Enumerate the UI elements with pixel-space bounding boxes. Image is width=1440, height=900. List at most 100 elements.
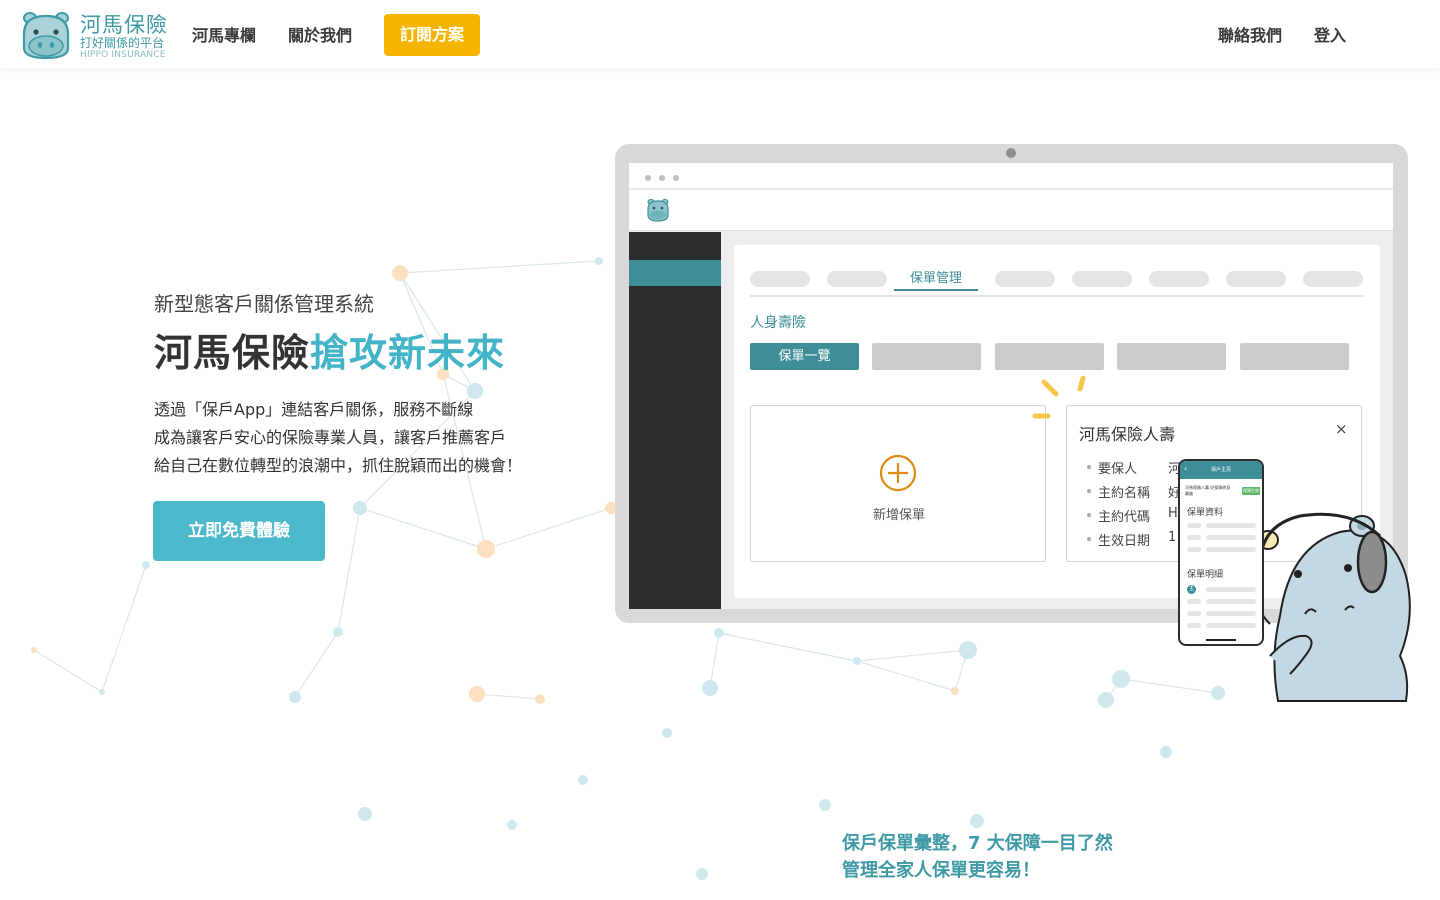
policy-row-value: 1 — [1168, 530, 1177, 545]
policy-row-label: 主約代碼 — [1098, 510, 1151, 525]
placeholder-line — [1187, 547, 1201, 552]
logo-slogan: 打好關係的平台 — [80, 36, 165, 50]
logo-english-name: HIPPO INSURANCE — [80, 50, 166, 60]
bullet-icon — [1087, 513, 1091, 517]
placeholder-line — [1206, 623, 1256, 628]
network-node — [696, 868, 708, 880]
placeholder-line — [1206, 523, 1256, 528]
placeholder-line — [1206, 535, 1256, 540]
close-icon[interactable]: × — [1335, 420, 1348, 438]
browser-bar — [629, 163, 1393, 189]
filter-pill-placeholder[interactable] — [1240, 343, 1349, 370]
hero-description: 透過「保戶App」連結客戶關係，服務不斷線 成為讓客戶安心的保險專業人員，讓客戶… — [154, 396, 522, 480]
network-edge — [856, 649, 969, 662]
hero-title: 河馬保險搶攻新未來 — [154, 322, 505, 377]
hero-desc-line: 透過「保戶App」連結客戶關係，服務不斷線 — [154, 400, 474, 419]
add-policy-card[interactable]: 新增保單 — [750, 405, 1046, 562]
nav-login-link[interactable]: 登入 — [1314, 22, 1346, 46]
feature-line: 保戶保單彙整，7 大保障一目了然 — [842, 833, 1113, 854]
tab-placeholder[interactable] — [1303, 271, 1363, 287]
placeholder-line — [1206, 547, 1256, 552]
main-policy-marker: 主 — [1187, 585, 1196, 594]
network-node — [289, 691, 301, 703]
phone-mockup: ‹ 保戶主頁 河馬保險人壽 好保障終身 壽險 保障生效 保單資料 保單明細 主 — [1178, 459, 1264, 646]
tab-placeholder[interactable] — [827, 271, 887, 287]
hero-desc-line: 給自己在數位轉型的浪潮中，抓住脫穎而出的機會！ — [154, 456, 523, 475]
network-node — [853, 657, 861, 665]
network-node — [469, 686, 485, 702]
network-node — [578, 775, 588, 785]
filter-pill-placeholder[interactable] — [1117, 343, 1226, 370]
network-node — [142, 561, 150, 569]
section-life-insurance: 人身壽險 — [750, 315, 806, 331]
bullet-icon — [1087, 537, 1091, 541]
tab-placeholder[interactable] — [750, 271, 810, 287]
network-node — [662, 728, 672, 738]
network-node — [1098, 692, 1114, 708]
tab-placeholder[interactable] — [1149, 271, 1209, 287]
policy-row-label: 生效日期 — [1098, 534, 1151, 549]
hippo-logo-icon — [22, 12, 70, 60]
network-node — [507, 820, 517, 830]
filter-pill-placeholder[interactable] — [872, 343, 981, 370]
plus-circle-icon — [879, 454, 917, 492]
phone-policy-name-line: 壽險 — [1185, 491, 1193, 496]
tab-policy-management[interactable]: 保單管理 — [894, 269, 978, 291]
network-edge — [709, 632, 720, 689]
nav-column-link[interactable]: 河馬專欄 — [192, 22, 256, 46]
network-edge — [856, 660, 956, 692]
network-node — [392, 265, 408, 281]
sparkle-icon — [1032, 375, 1086, 419]
nav-subscribe-button[interactable]: 訂閱方案 — [384, 14, 480, 56]
policy-row-label: 要保人 — [1098, 462, 1138, 477]
nav-about-link[interactable]: 關於我們 — [288, 22, 352, 46]
network-edge — [476, 693, 541, 700]
network-node — [1211, 686, 1225, 700]
tab-placeholder[interactable] — [1072, 271, 1132, 287]
hippo-app-logo-icon — [647, 198, 669, 222]
tab-placeholder[interactable] — [1226, 271, 1286, 287]
network-edge — [399, 260, 600, 274]
network-node — [1112, 670, 1130, 688]
placeholder-line — [1187, 599, 1201, 604]
hippo-mascot-illustration — [1255, 512, 1411, 702]
network-node — [959, 641, 977, 659]
phone-home-indicator — [1206, 639, 1236, 641]
sidebar-active-item[interactable] — [629, 260, 721, 286]
hero-title-accent: 搶攻新未來 — [310, 331, 506, 375]
network-edge — [294, 631, 339, 698]
hero-desc-line: 成為讓客戶安心的保險專業人員，讓客戶推薦客戶 — [154, 428, 507, 447]
network-node — [1160, 746, 1172, 758]
phone-header-title: 保戶主頁 — [1210, 467, 1231, 473]
window-dot — [673, 175, 679, 181]
network-node — [477, 540, 495, 558]
network-node — [535, 694, 545, 704]
network-node — [702, 680, 718, 696]
free-trial-button[interactable]: 立即免費體驗 — [153, 501, 325, 561]
bullet-icon — [1087, 489, 1091, 493]
feature-line: 管理全家人保單更容易！ — [842, 860, 1040, 881]
network-edge — [359, 507, 487, 550]
network-node — [333, 627, 343, 637]
site-logo[interactable]: 河馬保險 打好關係的平台 HIPPO INSURANCE — [18, 8, 178, 62]
network-node — [951, 687, 959, 695]
placeholder-line — [1187, 535, 1201, 540]
network-edge — [485, 507, 612, 550]
filter-pill-placeholder[interactable] — [995, 343, 1104, 370]
page: 河馬保險 打好關係的平台 HIPPO INSURANCE 河馬專欄 關於我們 訂… — [0, 0, 1440, 900]
phone-policy-name: 河馬保險人壽 好保障終身 壽險 — [1185, 485, 1230, 497]
app-header — [629, 190, 1393, 231]
hero-title-main: 河馬保險 — [154, 331, 311, 375]
policy-row-label: 主約名稱 — [1098, 486, 1151, 501]
policy-overview-pill[interactable]: 保單一覽 — [750, 343, 859, 370]
placeholder-line — [1187, 523, 1201, 528]
network-edge — [718, 632, 858, 662]
placeholder-line — [1206, 599, 1256, 604]
network-node — [353, 501, 367, 515]
tab-placeholder[interactable] — [995, 271, 1055, 287]
status-badge: 保障生效 — [1242, 487, 1260, 495]
placeholder-line — [1206, 587, 1256, 592]
network-node — [714, 628, 724, 638]
phone-section-info: 保單資料 — [1187, 508, 1224, 518]
nav-contact-link[interactable]: 聯絡我們 — [1218, 22, 1282, 46]
